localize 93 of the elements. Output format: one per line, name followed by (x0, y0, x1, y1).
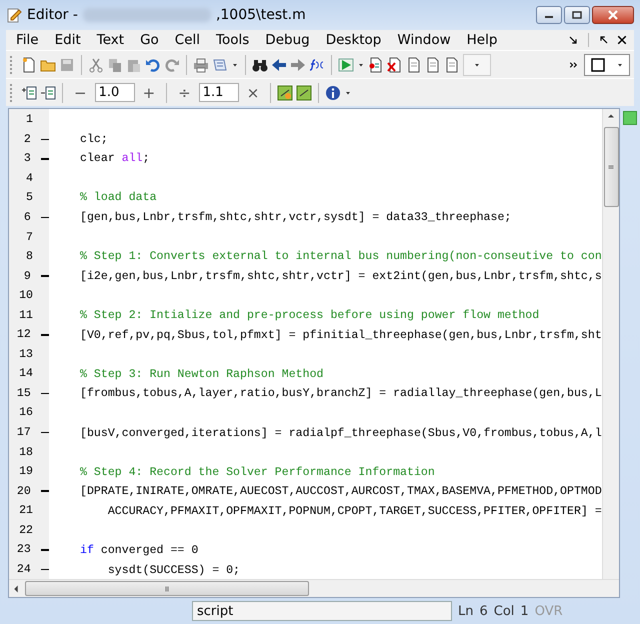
back-arrow-icon[interactable] (271, 56, 287, 72)
code-line: [V0,ref,pv,pq,Sbus,tol,pfmxt] = pfinitial_threephase(gen,bus,Lnbr,trsfm,sht (80, 328, 602, 342)
factor-field[interactable]: 1.1 (198, 83, 239, 102)
info-icon[interactable] (325, 84, 342, 100)
insert-cell-icon[interactable] (21, 84, 37, 100)
line-value: 6 (479, 604, 488, 618)
close-icon (608, 10, 618, 20)
column-value: 1 (520, 604, 529, 618)
maximize-icon (572, 11, 582, 19)
line-number: 18 (18, 446, 33, 459)
printer-icon[interactable] (193, 56, 209, 72)
square-icon (590, 56, 606, 72)
line-number: 22 (18, 524, 33, 537)
editor-document-icon (6, 7, 22, 23)
line-number: 2 (22, 132, 31, 146)
column-label: Col (494, 604, 514, 618)
menu-item[interactable]: Tools (208, 32, 258, 48)
line-number: 7 (25, 230, 33, 244)
line-number: 23 (16, 543, 31, 556)
clear-breakpoints-icon[interactable] (387, 56, 403, 72)
dock-arrow-icon[interactable] (598, 34, 610, 46)
code-line: [frombus,tobus,A,layer,ratio,busY,branchZ] = radiallay_threephase(gen,bus,L (80, 387, 602, 400)
status-indicator (623, 111, 637, 125)
menu-item[interactable]: Go (132, 32, 167, 48)
menu-item[interactable]: Debug (257, 32, 318, 48)
close-icon[interactable] (616, 34, 628, 46)
line-number: 21 (18, 504, 33, 518)
code-line: sysdt(SUCCESS) = 0; (106, 564, 240, 577)
menu-item[interactable]: Help (458, 32, 506, 48)
menu-item[interactable]: File (8, 32, 47, 48)
scissors-icon[interactable] (88, 56, 104, 72)
line-number: 16 (18, 406, 33, 420)
breakpoint-icon[interactable] (368, 56, 384, 72)
line-number: 20 (16, 484, 31, 498)
increment-field[interactable]: 1.0 (94, 83, 135, 102)
code-line: % Step 4: Record the Solver Performance Information (80, 466, 435, 479)
minimize-button[interactable] (536, 6, 562, 24)
cell-break-icon[interactable] (40, 84, 56, 100)
line-number: 19 (18, 465, 33, 478)
layout-dropdown[interactable] (584, 54, 630, 76)
file-type-field: script (192, 601, 452, 621)
line-number: 14 (18, 367, 33, 380)
code-line: % Step 3: Run Newton Raphson Method (80, 368, 324, 381)
close-button[interactable] (592, 6, 634, 24)
horizontal-scrollbar[interactable] (9, 579, 619, 597)
code-line: % Step 1: Converts external to internal bus numbering(non-conseutive to con (80, 250, 602, 264)
line-number: 24 (16, 562, 31, 576)
code-line: if converged == 0 (80, 544, 198, 558)
code-line: ACCURACY,PFMAXIT,OPFMAXIT,POPNUM,CPOPT,TARGET,SUCCESS,PFITER,OPFITER] = (106, 504, 602, 518)
line-number: 13 (18, 348, 33, 361)
line-number: 3 (22, 152, 31, 166)
code-line: % load data (80, 191, 157, 204)
undo-icon[interactable] (145, 56, 161, 72)
code-editor[interactable] (8, 108, 620, 598)
undock-arrow-icon[interactable] (567, 34, 579, 46)
code-line: clc; (80, 132, 108, 146)
evaluate-cell-icon[interactable] (277, 84, 294, 100)
line-number: 11 (18, 308, 33, 322)
evaluate-advance-icon[interactable] (296, 84, 312, 100)
code-line: [i2e,gen,bus,Lnbr,trsfm,shtc,shtr,vctr] = ext2int(gen,bus,Lnbr,trsfm,shtc,s (80, 270, 602, 283)
line-number: 12 (16, 328, 31, 342)
line-number: 9 (22, 270, 31, 283)
line-number: 6 (22, 211, 31, 224)
code-line: [gen,bus,Lnbr,trsfm,shtc,shtr,vctr,sysdt] = data33_threephase; (80, 210, 512, 224)
menu-item[interactable]: Text (88, 32, 132, 48)
menu-item[interactable]: Edit (46, 32, 89, 48)
new-file-icon[interactable] (21, 56, 37, 72)
window-title-path: ,1005\test.m (216, 7, 306, 23)
line-number: 15 (16, 386, 31, 400)
line-number: 1 (25, 113, 33, 126)
forward-arrow-icon[interactable] (290, 56, 306, 72)
function-icon[interactable] (309, 56, 325, 72)
line-number: 17 (16, 426, 31, 440)
decrement-button[interactable]: − (69, 84, 92, 102)
divide-button[interactable]: ÷ (173, 84, 196, 102)
code-line: clear all; (80, 152, 150, 166)
menu-item[interactable]: Window (389, 32, 459, 48)
maximize-button[interactable] (564, 6, 590, 24)
multiply-button[interactable]: × (242, 84, 264, 102)
line-label: Ln (458, 604, 474, 618)
window-title: Editor - (27, 7, 78, 23)
line-number: 4 (25, 172, 33, 185)
overwrite-indicator: OVR (534, 604, 563, 618)
line-number: 8 (25, 250, 33, 264)
menu-item[interactable]: Desktop (318, 32, 390, 48)
code-line: % Step 2: Intialize and pre-process before using power flow method (80, 308, 540, 322)
code-line: [busV,converged,iterations] = radialpf_threephase(Sbus,V0,frombus,tobus,A,l (80, 426, 602, 440)
vertical-scrollbar[interactable] (602, 109, 619, 579)
code-line: [DPRATE,INIRATE,OMRATE,AUECOST,AUCCOST,AURCOST,TMAX,BASEMVA,PFMETHOD,OPTMOD (80, 485, 602, 498)
increment-button[interactable]: + (138, 84, 160, 102)
menu-item[interactable]: Cell (166, 32, 208, 48)
line-number: 5 (25, 191, 33, 204)
line-number: 10 (18, 289, 33, 302)
